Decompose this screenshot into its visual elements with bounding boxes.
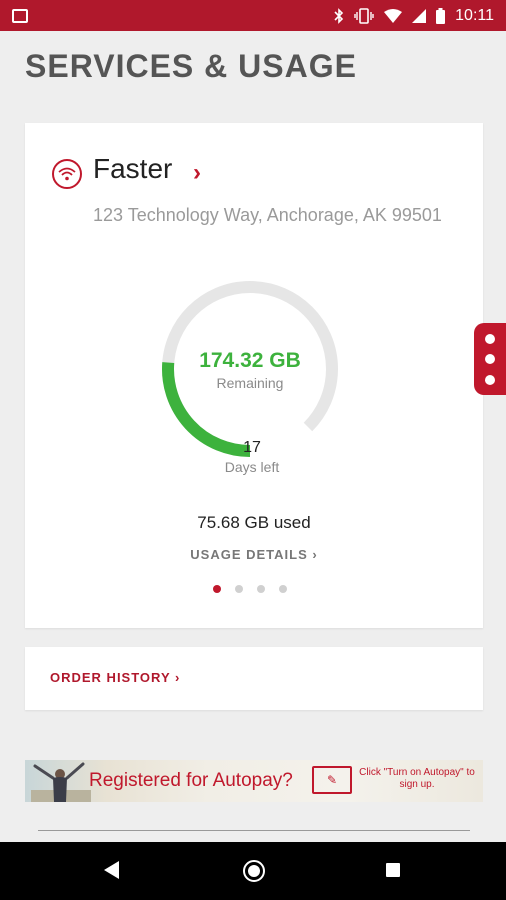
- battery-icon: [436, 7, 446, 24]
- chevron-right-icon[interactable]: ›: [193, 159, 201, 187]
- order-history-link[interactable]: ORDER HISTORY ›: [50, 670, 180, 685]
- usage-details-label: USAGE DETAILS: [190, 547, 308, 562]
- dot-icon: [485, 374, 495, 385]
- home-icon[interactable]: [243, 860, 265, 882]
- autopay-banner[interactable]: Registered for Autopay? ✎ Click "Turn on…: [25, 760, 483, 802]
- signal-icon: [412, 8, 427, 23]
- data-used: 75.68 GB used: [197, 513, 311, 532]
- service-address: 123 Technology Way, Anchorage, AK 99501: [93, 205, 442, 225]
- divider: [38, 830, 470, 831]
- remaining-value: 174.32 GB: [199, 349, 301, 372]
- image-notification-icon: [12, 8, 28, 23]
- back-icon[interactable]: [104, 861, 120, 879]
- banner-headline: Registered for Autopay?: [89, 770, 293, 791]
- vibrate-icon: [354, 7, 374, 24]
- status-time: 10:11: [455, 6, 494, 24]
- order-history-label: ORDER HISTORY: [50, 670, 171, 685]
- dot-icon: [485, 354, 495, 364]
- navigation-bar: [0, 842, 506, 900]
- recent-apps-icon[interactable]: [386, 863, 400, 877]
- pager-dot[interactable]: [257, 585, 265, 593]
- person-photo: [31, 762, 91, 802]
- remaining-label: Remaining: [216, 375, 284, 391]
- service-card: Faster › 123 Technology Way, Anchorage, …: [25, 123, 483, 628]
- banner-subtext: Click "Turn on Autopay" to sign up.: [359, 767, 475, 790]
- pager-dot[interactable]: [213, 585, 221, 593]
- wifi-icon: [384, 8, 403, 23]
- edit-icon: ✎: [312, 766, 352, 794]
- service-name[interactable]: Faster: [93, 153, 172, 185]
- days-left-label: Days left: [224, 459, 280, 475]
- chevron-right-icon: ›: [312, 547, 318, 562]
- page-title: SERVICES & USAGE: [25, 48, 357, 84]
- pager-dot[interactable]: [235, 585, 243, 593]
- chevron-right-icon: ›: [175, 670, 181, 685]
- bluetooth-icon: [334, 7, 344, 24]
- pager-dots: [213, 585, 287, 593]
- status-bar: 10:11: [0, 0, 506, 31]
- usage-details-link[interactable]: USAGE DETAILS ›: [25, 547, 483, 562]
- overflow-menu-button[interactable]: [474, 323, 506, 395]
- days-left-value: 17: [243, 439, 261, 456]
- order-history-card[interactable]: ORDER HISTORY ›: [25, 647, 483, 710]
- wifi-service-icon: [52, 159, 82, 189]
- pager-dot[interactable]: [279, 585, 287, 593]
- dot-icon: [485, 333, 495, 344]
